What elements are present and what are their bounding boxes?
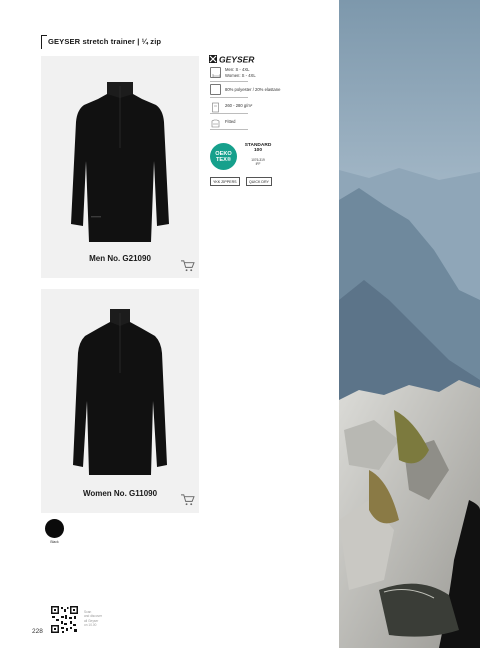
oeko-tex-badge: OEKO TEX® bbox=[210, 143, 237, 170]
oeko-code: 1076-319 IFF bbox=[242, 158, 274, 166]
product-card-women[interactable]: Women No. G11090 bbox=[41, 289, 199, 513]
oeko-badge-line2: TEX® bbox=[215, 156, 231, 163]
spec-material: 80% polyester / 20% elastane bbox=[210, 84, 280, 95]
women-jacket-image bbox=[73, 309, 167, 475]
cart-icon[interactable] bbox=[180, 259, 195, 272]
brand-logo-text: GEYSER bbox=[219, 54, 255, 64]
oeko-standard-line2: 100 bbox=[253, 148, 262, 154]
spec-divider bbox=[210, 97, 248, 98]
spec-divider bbox=[210, 113, 248, 114]
spec-material-text: 80% polyester / 20% elastane bbox=[225, 86, 281, 92]
weight-icon bbox=[210, 100, 221, 113]
title-bracket bbox=[41, 35, 47, 49]
page-title: GEYSER stretch trainer | ¼ zip bbox=[48, 37, 162, 46]
qr-code-icon[interactable] bbox=[51, 606, 78, 633]
page-number: 228 bbox=[32, 628, 43, 635]
spec-sizes: Men: S - 4XL Women: S - 4XL bbox=[210, 67, 256, 78]
qr-caption: Scan and discover all Geyser on 10.00 bbox=[84, 610, 102, 628]
color-swatch-black[interactable] bbox=[45, 519, 64, 538]
feature-tag-zippers: YKK ZIPPERS bbox=[210, 177, 240, 186]
spec-fit: Fitted bbox=[210, 116, 236, 128]
spec-weight: 260 - 280 g/m² bbox=[210, 100, 253, 113]
spec-divider bbox=[210, 129, 248, 130]
color-label-black: Black bbox=[50, 540, 59, 544]
spec-fit-text: Fitted bbox=[225, 118, 236, 124]
men-jacket-image bbox=[71, 82, 169, 242]
spec-divider bbox=[210, 81, 248, 82]
feature-tag-quick-dry: QUICK DRY bbox=[246, 177, 272, 186]
product-card-men[interactable]: Men No. G21090 bbox=[41, 56, 199, 278]
spec-weight-text: 260 - 280 g/m² bbox=[225, 102, 253, 108]
cart-icon[interactable] bbox=[180, 493, 195, 506]
product-name-women: Women No. G11090 bbox=[82, 489, 158, 498]
qr-caption-line: on 10.00 bbox=[84, 623, 97, 628]
geyser-logo: GEYSER bbox=[209, 54, 255, 64]
oeko-standard: STANDARD 100 bbox=[242, 143, 274, 154]
product-name-men: Men No. G21090 bbox=[89, 254, 151, 263]
oeko-code-line2: IFF bbox=[255, 162, 261, 166]
spec-sizes-women: Women: S - 4XL bbox=[225, 72, 256, 78]
fit-icon bbox=[210, 116, 221, 128]
mountain-photo bbox=[339, 0, 480, 648]
fabric-icon bbox=[210, 84, 221, 95]
size-icon bbox=[210, 67, 221, 78]
